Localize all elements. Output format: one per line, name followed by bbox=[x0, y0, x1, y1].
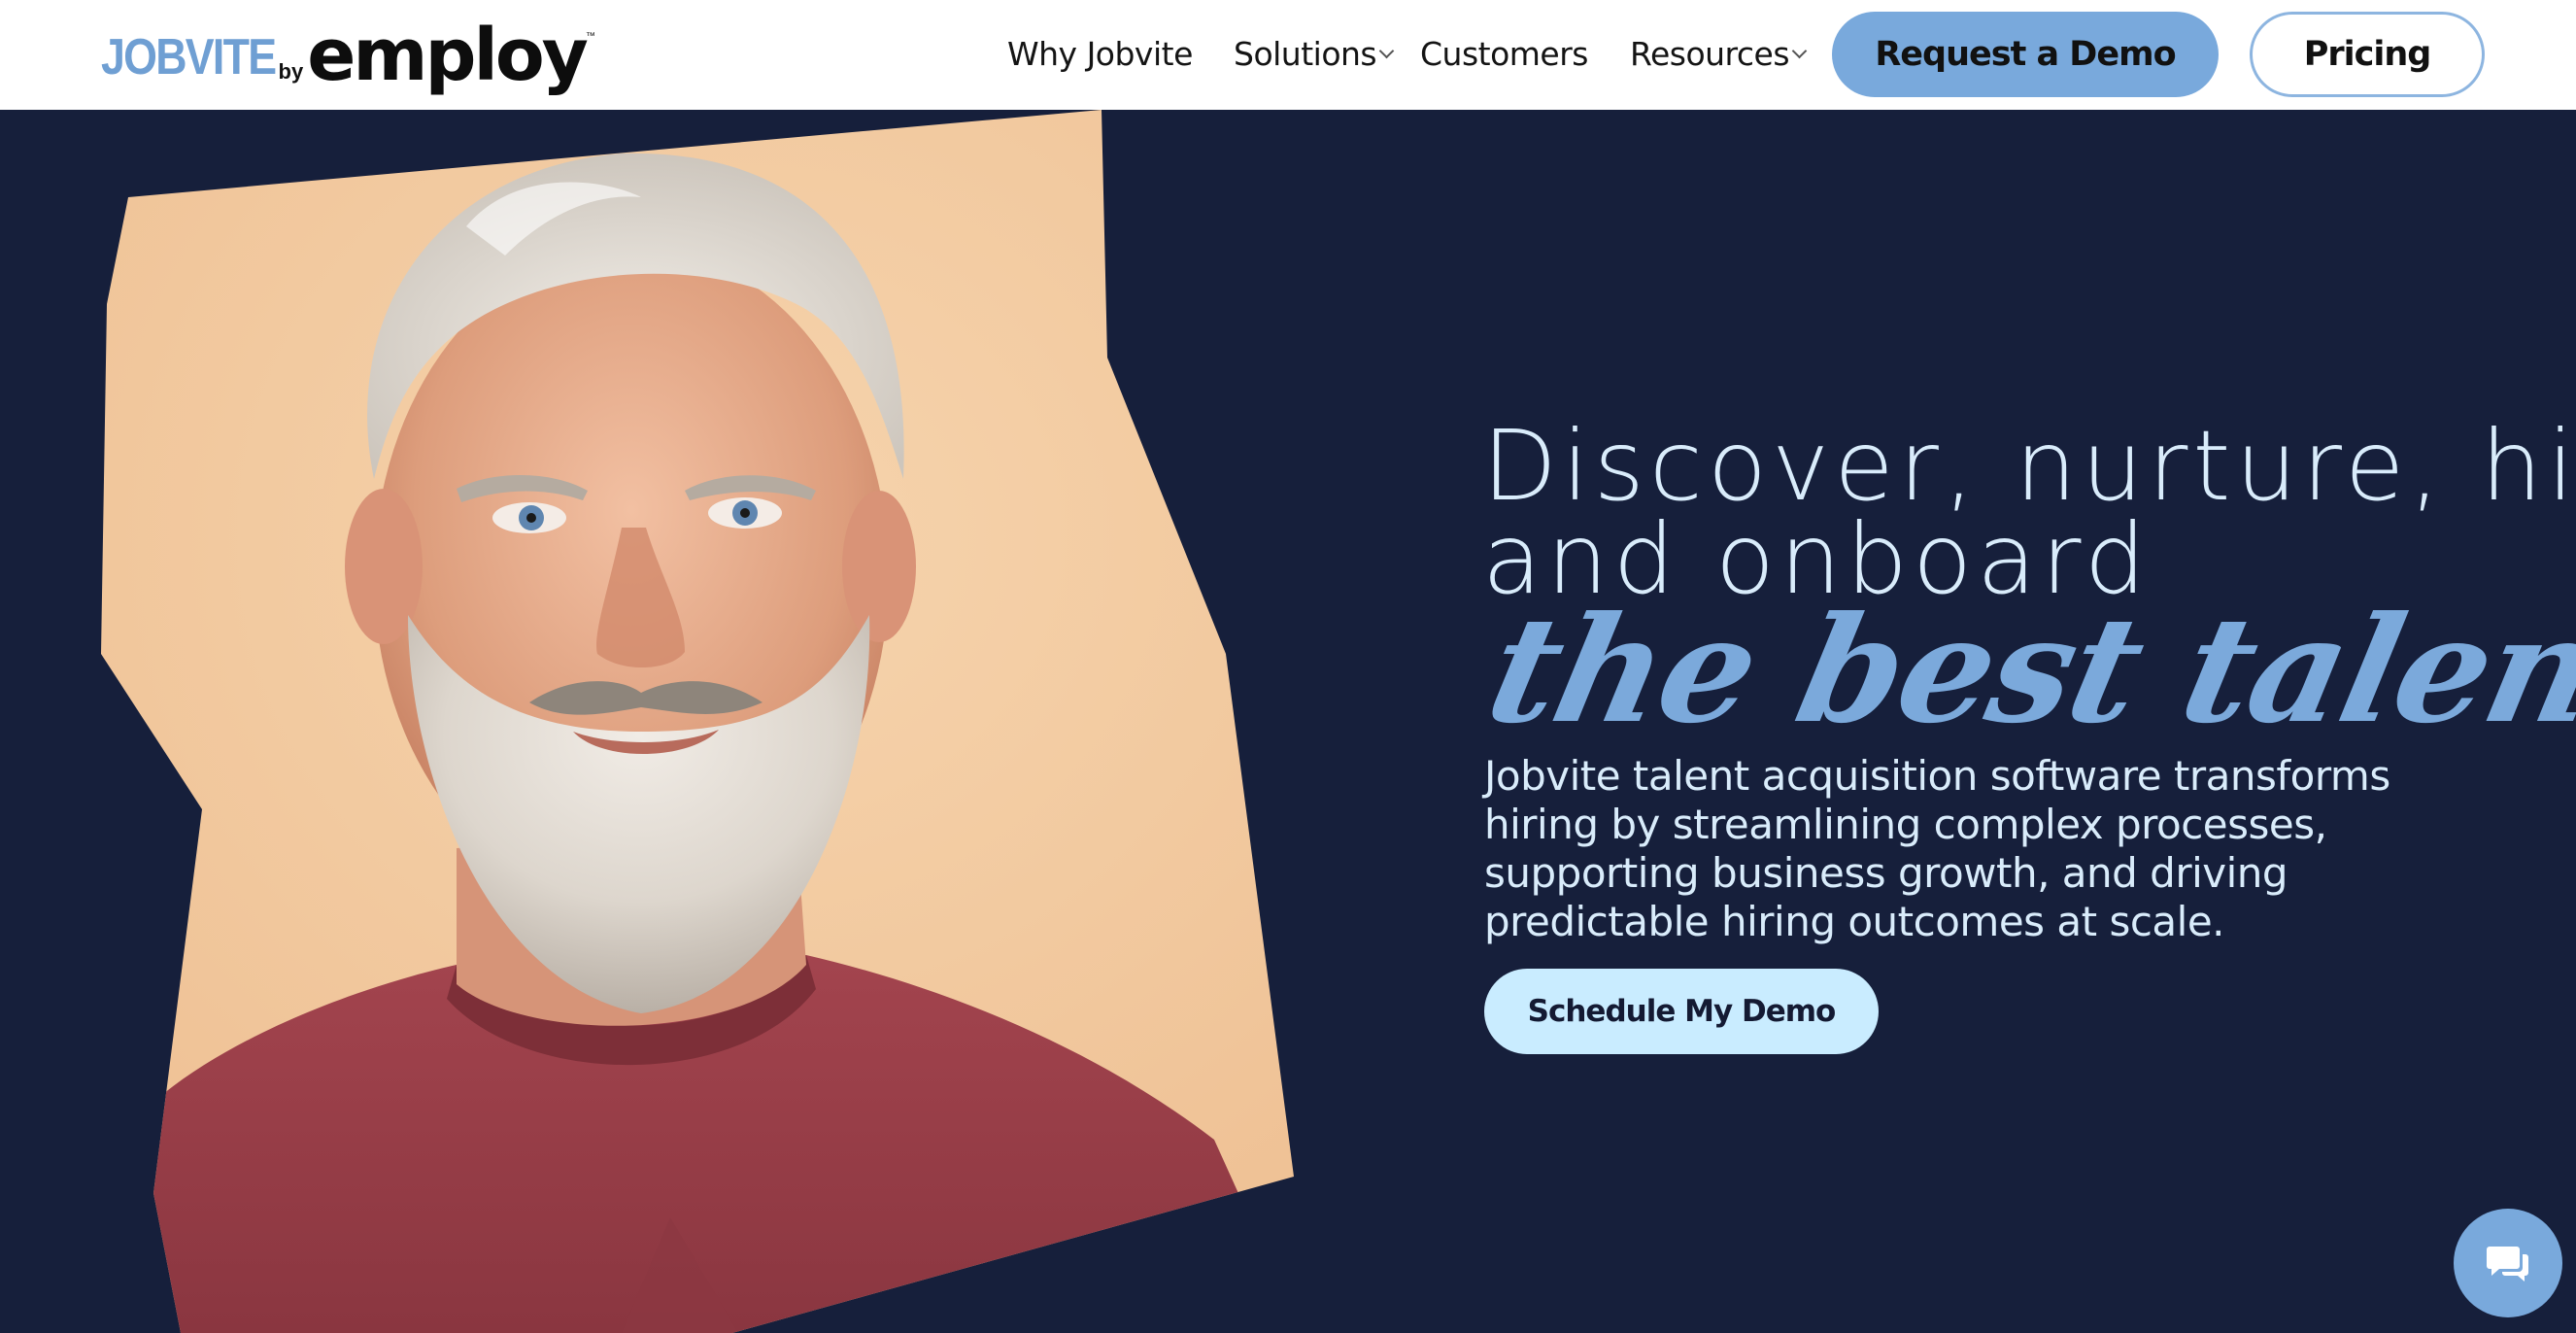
chat-bubble-icon bbox=[2487, 1247, 2528, 1282]
chevron-down-icon bbox=[1378, 43, 1395, 58]
nav-solutions-label: Solutions bbox=[1234, 34, 1377, 73]
nav-why-jobvite[interactable]: Why Jobvite bbox=[1007, 31, 1193, 76]
chat-widget-button[interactable] bbox=[2454, 1209, 2562, 1317]
logo-employ-text: employ bbox=[307, 14, 589, 97]
hero-subcopy: Jobvite talent acquisition software tran… bbox=[1484, 752, 2390, 945]
nav-why-jobvite-label: Why Jobvite bbox=[1007, 34, 1193, 73]
hero-headline: Discover, nurture, hire, and onboard bbox=[1482, 409, 2576, 608]
nav-resources[interactable]: Resources bbox=[1630, 31, 1808, 76]
nav-solutions[interactable]: Solutions bbox=[1234, 31, 1395, 76]
jobvite-employ-logo[interactable]: JOBVITE by employ ™ bbox=[101, 16, 595, 91]
pricing-button[interactable]: Pricing bbox=[2250, 12, 2485, 97]
logo-trademark: ™ bbox=[585, 31, 595, 42]
schedule-demo-button[interactable]: Schedule My Demo bbox=[1484, 969, 1879, 1054]
hero-headline-script: the best talent bbox=[1474, 585, 2576, 756]
chevron-down-icon bbox=[1791, 43, 1808, 58]
page: JOBVITE by employ ™ Why Jobvite Solution… bbox=[0, 0, 2576, 1333]
hero-headline-line-1: Discover, nurture, hire, bbox=[1482, 409, 2576, 523]
hero-portrait-image bbox=[101, 110, 1294, 1333]
nav-customers-label: Customers bbox=[1420, 34, 1589, 73]
logo-jobvite-text: JOBVITE bbox=[101, 29, 277, 85]
logo-by-text: by bbox=[278, 59, 304, 84]
site-header: JOBVITE by employ ™ Why Jobvite Solution… bbox=[0, 0, 2576, 110]
request-demo-button[interactable]: Request a Demo bbox=[1832, 12, 2219, 97]
nav-resources-label: Resources bbox=[1630, 34, 1790, 73]
nav-customers[interactable]: Customers bbox=[1420, 31, 1589, 76]
